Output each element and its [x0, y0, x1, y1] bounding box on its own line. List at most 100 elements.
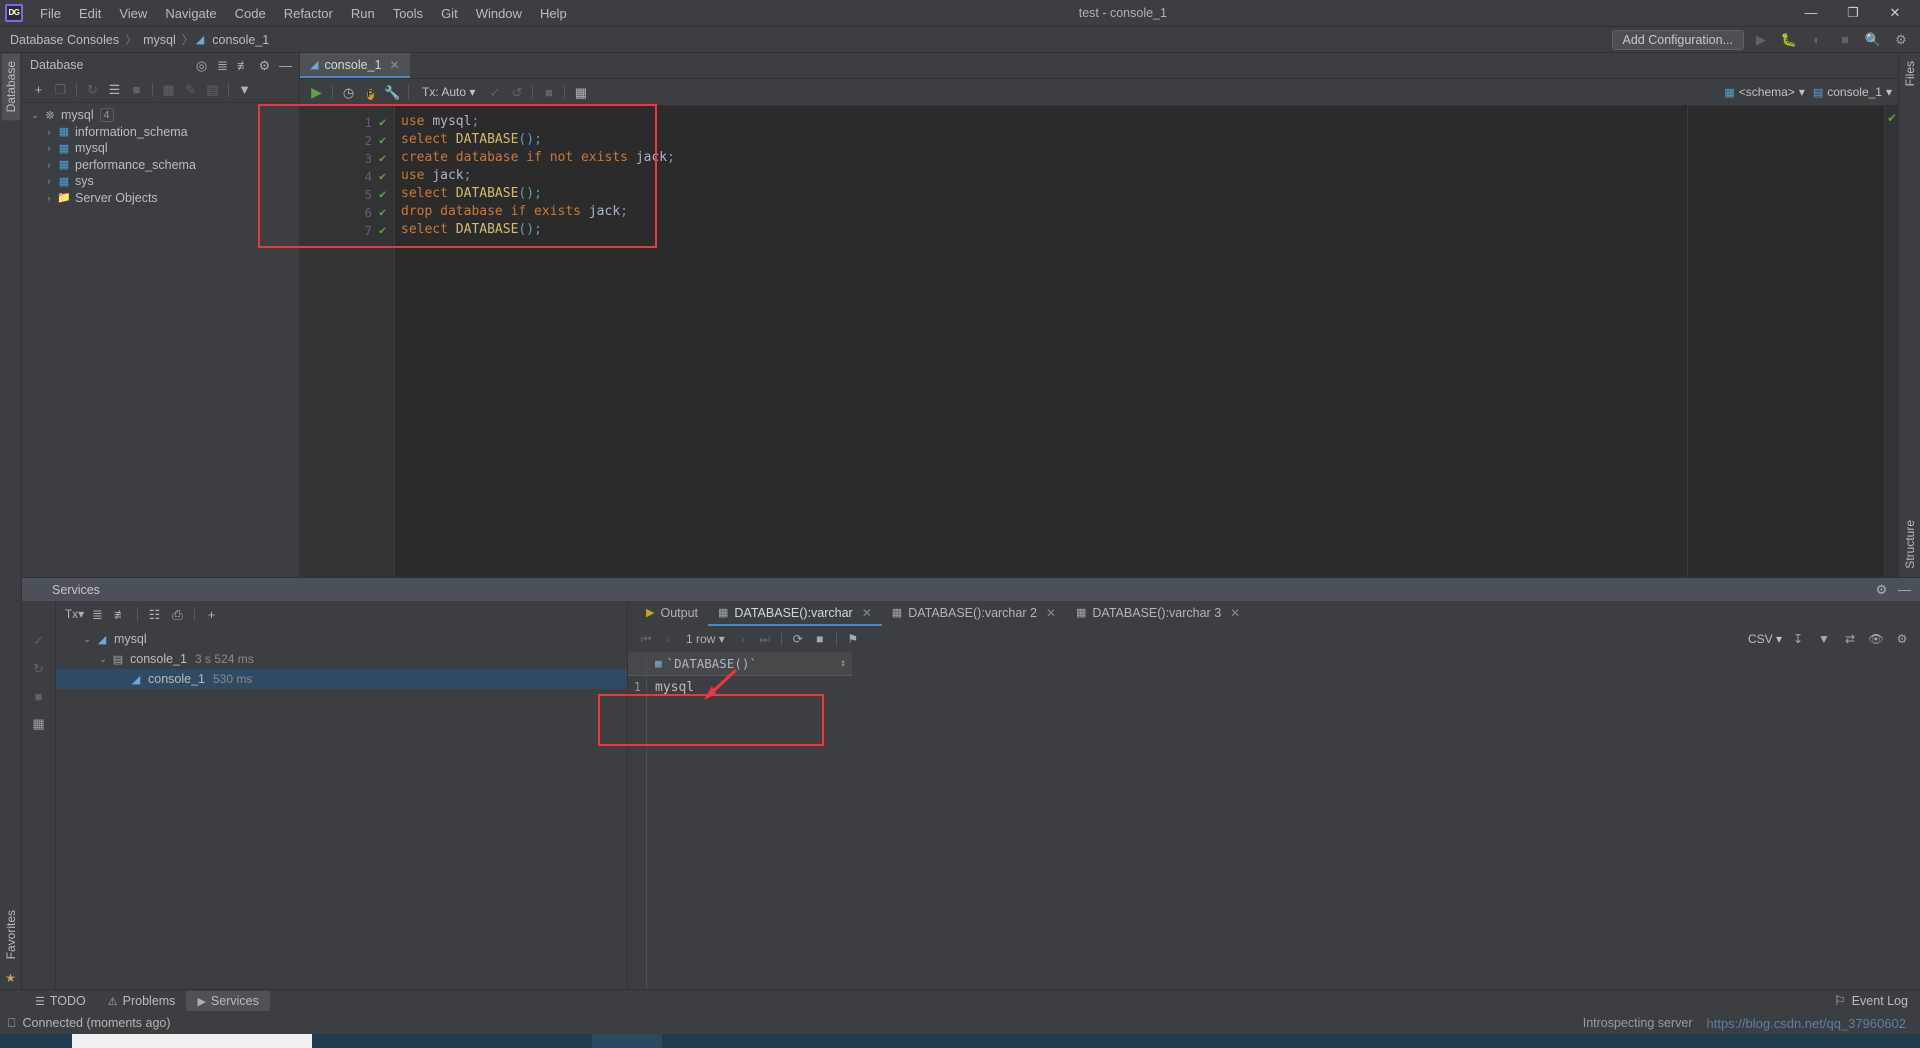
hide-icon[interactable]: — [276, 56, 295, 75]
settings-icon[interactable]: ⚙ [1872, 580, 1891, 599]
add-configuration-button[interactable]: Add Configuration... [1611, 29, 1744, 50]
breadcrumb-item-console-1[interactable]: console_1 [208, 32, 273, 48]
refresh-icon[interactable]: ⟳ [788, 629, 808, 649]
menu-item-view[interactable]: View [110, 3, 156, 24]
tree-item-information-schema[interactable]: › ▦ information_schema [22, 124, 299, 141]
add-icon[interactable]: + [201, 604, 222, 625]
bottom-button-todo[interactable]: ☰ TODO [24, 991, 97, 1011]
services-tree-item-console-1-child[interactable]: › ◢ console_1 530 ms [56, 669, 627, 689]
close-icon[interactable]: ✕ [389, 58, 399, 72]
event-log-button[interactable]: Event Log [1852, 994, 1908, 1008]
minimize-button[interactable]: — [1790, 0, 1832, 26]
tree-item-server-objects[interactable]: › 📁 Server Objects [22, 190, 299, 207]
result-tab-database-varchar-2[interactable]: ▦ DATABASE():varchar 2 ✕ [882, 601, 1066, 626]
ql-icon[interactable]: ▤ [202, 79, 223, 100]
grid-cell[interactable]: mysql [647, 676, 852, 698]
breadcrumb-item-mysql[interactable]: mysql [139, 32, 180, 48]
collapse-all-icon[interactable]: ≢ [110, 604, 131, 625]
sidebar-tab-database[interactable]: Database [1, 53, 20, 121]
maximize-button[interactable]: ❐ [1832, 0, 1874, 26]
close-icon[interactable]: ✕ [1230, 606, 1240, 620]
new-tab-icon[interactable]: ⎙ [167, 604, 188, 625]
next-page-button[interactable]: › [733, 629, 753, 649]
grid-column-header[interactable]: ▦ `DATABASE()` ↕ [647, 652, 852, 676]
search-icon[interactable]: 🔍 [1862, 32, 1884, 48]
tree-item-mysql-connection[interactable]: ⌄ ❊ mysql 4 [22, 107, 299, 124]
services-tree-item-console-1-parent[interactable]: ⌄ ▤ console_1 3 s 524 ms [56, 649, 627, 669]
hide-icon[interactable]: — [1895, 580, 1914, 599]
stop-icon[interactable]: ■ [1834, 32, 1856, 47]
tree-item-sys[interactable]: › ▦ sys [22, 173, 299, 190]
services-tree-item-mysql[interactable]: ⌄ ◢ mysql [56, 629, 627, 649]
session-selector[interactable]: ▤ console_1 ▾ [1813, 85, 1892, 99]
filter-icon[interactable]: ▼ [1814, 629, 1834, 649]
sidebar-tab-structure[interactable]: Structure [1901, 512, 1919, 577]
chevron-right-icon[interactable]: › [42, 143, 56, 153]
row-count-selector[interactable]: 1 row ▾ [680, 632, 731, 646]
menu-item-window[interactable]: Window [467, 3, 531, 24]
expand-all-icon[interactable]: ≣ [87, 604, 108, 625]
star-icon[interactable]: ★ [5, 967, 16, 989]
group-icon[interactable]: ☷ [144, 604, 165, 625]
add-icon[interactable]: + [28, 79, 49, 100]
download-icon[interactable]: ↧ [1788, 629, 1808, 649]
taskbar-item[interactable] [592, 1034, 662, 1048]
chevron-right-icon[interactable]: › [42, 193, 56, 203]
filter-icon[interactable]: ▼ [234, 79, 255, 100]
stop-icon[interactable]: ■ [810, 629, 830, 649]
run-icon[interactable]: ▶ [1750, 32, 1772, 48]
edit-icon[interactable]: ✎ [180, 79, 201, 100]
menu-item-git[interactable]: Git [432, 3, 467, 24]
sidebar-tab-files[interactable]: Files [1901, 53, 1919, 94]
chevron-right-icon[interactable]: › [42, 160, 56, 170]
menu-item-file[interactable]: File [31, 3, 70, 24]
tx-icon[interactable]: Tx▾ [64, 604, 85, 625]
clock-icon[interactable]: ◷ [338, 82, 359, 103]
rerun-icon[interactable]: ↻ [33, 661, 44, 677]
bottom-button-problems[interactable]: ⚠ Problems [97, 991, 187, 1011]
menu-item-run[interactable]: Run [342, 3, 384, 24]
commit-icon[interactable]: ✓ [484, 82, 505, 103]
menu-item-help[interactable]: Help [531, 3, 576, 24]
rollback-icon[interactable]: ↺ [506, 82, 527, 103]
settings-icon[interactable]: ⚙ [1892, 629, 1912, 649]
grid-icon[interactable]: ▦ [32, 716, 44, 732]
chevron-down-icon[interactable]: ⌄ [80, 634, 94, 645]
wrench-icon[interactable]: 🔧 [382, 82, 403, 103]
result-tab-database-varchar[interactable]: ▦ DATABASE():varchar ✕ [708, 601, 882, 626]
export-format-selector[interactable]: CSV ▾ [1748, 632, 1782, 646]
check-icon[interactable]: ✓ [33, 633, 44, 649]
schema-selector[interactable]: ▦ <schema> ▾ [1724, 85, 1804, 99]
sort-icon[interactable]: ↕ [840, 658, 852, 669]
profile-icon[interactable]: ◐ [1806, 32, 1828, 47]
table-icon[interactable]: ▦ [158, 79, 179, 100]
pin-icon[interactable]: ⚑ [843, 629, 863, 649]
close-icon[interactable]: ✕ [862, 606, 872, 620]
bottom-button-services[interactable]: ▶ Services [186, 991, 270, 1011]
first-page-button[interactable]: ⏮ [636, 629, 656, 649]
last-page-button[interactable]: ⏭ [755, 629, 775, 649]
menu-item-navigate[interactable]: Navigate [156, 3, 225, 24]
editor-inspection-gutter[interactable]: ✔ [1884, 106, 1898, 577]
collapse-all-icon[interactable]: ≢ [234, 56, 253, 75]
refresh-icon[interactable]: ↻ [82, 79, 103, 100]
tree-item-mysql-schema[interactable]: › ▦ mysql [22, 140, 299, 157]
settings-icon[interactable]: ⚙ [255, 56, 274, 75]
sql-code-editor[interactable]: use mysql; select DATABASE(); create datab… [394, 106, 1884, 577]
target-icon[interactable]: ◎ [192, 56, 211, 75]
sidebar-tab-favorites[interactable]: Favorites [2, 902, 20, 967]
debug-icon[interactable]: 🐛 [1778, 32, 1800, 48]
result-tab-output[interactable]: ▶ Output [636, 601, 708, 626]
copy-icon[interactable]: ❐ [50, 79, 71, 100]
stop-icon[interactable]: ■ [126, 79, 147, 100]
taskbar-window-item[interactable] [72, 1034, 312, 1048]
stop-icon[interactable]: ■ [538, 82, 559, 103]
eye-icon[interactable]: 👁 [1866, 629, 1886, 649]
menu-item-code[interactable]: Code [226, 3, 275, 24]
close-button[interactable]: ✕ [1874, 0, 1916, 26]
chevron-down-icon[interactable]: ⌄ [96, 654, 110, 665]
execute-icon[interactable]: ▶ [306, 82, 327, 103]
p-badge-icon[interactable]: P [360, 82, 381, 103]
table-icon[interactable]: ▦ [570, 82, 591, 103]
close-icon[interactable]: ✕ [1046, 606, 1056, 620]
